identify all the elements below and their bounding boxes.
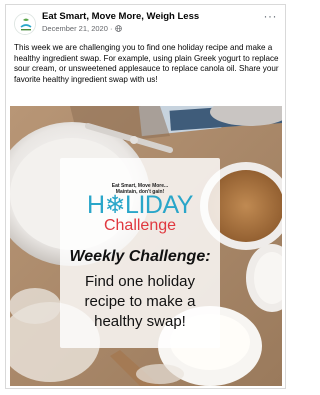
- challenge-line-3: healthy swap!: [94, 313, 186, 330]
- challenge-overlay-card: Eat Smart, Move More... Maintain, don't …: [60, 158, 220, 348]
- post-date[interactable]: December 21, 2020 ·: [42, 24, 112, 33]
- challenge-line-1: Find one holiday: [84, 273, 196, 290]
- page-logo-icon: [15, 14, 35, 34]
- page-avatar[interactable]: [14, 13, 36, 35]
- post-meta: December 21, 2020 ·: [42, 24, 123, 33]
- post-image[interactable]: Eat Smart, Move More... Maintain, don't …: [10, 106, 282, 386]
- globe-icon: [115, 25, 123, 32]
- page-name-link[interactable]: Eat Smart, Move More, Weigh Less: [42, 11, 199, 22]
- post-header: Eat Smart, Move More, Weigh Less Decembe…: [6, 5, 285, 43]
- challenge-text: Find one holiday recipe to make a health…: [60, 272, 220, 332]
- challenge-line-2: recipe to make a: [84, 293, 196, 310]
- facebook-post: Eat Smart, Move More, Weigh Less Decembe…: [5, 4, 286, 389]
- post-caption: This week we are challenging you to find…: [14, 43, 279, 84]
- more-options-icon[interactable]: ···: [264, 10, 278, 22]
- challenge-heading: Challenge: [103, 217, 177, 234]
- weekly-challenge-title: Weekly Challenge:: [69, 248, 211, 265]
- holiday-heading: H❄LIDAY: [87, 191, 193, 219]
